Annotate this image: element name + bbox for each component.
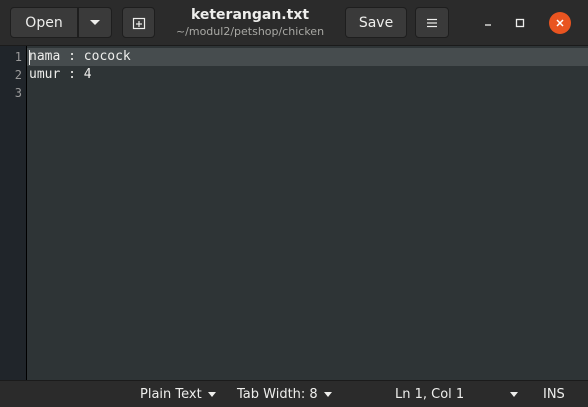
title-block: keterangan.txt ~/modul2/petshop/chicken [160,6,340,39]
minimize-button[interactable] [477,12,499,34]
maximize-button[interactable] [509,12,531,34]
minimize-icon [485,24,491,26]
window-subtitle: ~/modul2/petshop/chicken [175,25,325,38]
save-button-label: Save [358,14,394,31]
maximize-icon [515,18,525,28]
chevron-down-icon [510,392,518,397]
text-editor-area[interactable]: 1 2 3 nama : cocock umur : 4 [0,46,588,380]
tab-width-selector[interactable]: Tab Width: 8 [237,381,332,407]
language-selector[interactable]: Plain Text [140,381,216,407]
line-number: 2 [14,68,22,82]
text-editor-window: Open keterangan.txt ~/modul2/petshop/chi… [0,0,588,407]
text-line[interactable]: umur : 4 [29,66,92,84]
line-number: 1 [14,50,22,64]
line-number-gutter: 1 2 3 [0,46,27,380]
cursor-position[interactable]: Ln 1, Col 1 [395,381,464,407]
line-number: 3 [14,86,22,100]
chevron-down-icon [323,392,332,397]
save-button[interactable]: Save [345,7,407,38]
tab-width-label: Tab Width: 8 [237,387,318,402]
hamburger-menu-icon [427,18,437,27]
cursor-position-menu[interactable] [504,381,518,407]
hamburger-menu-button[interactable] [415,7,449,38]
chevron-down-icon [90,20,100,25]
header-bar: Open keterangan.txt ~/modul2/petshop/chi… [0,0,588,46]
open-button-label: Open [25,14,63,31]
cursor-position-label: Ln 1, Col 1 [395,387,465,402]
language-label: Plain Text [140,387,202,402]
insert-mode-label: INS [543,387,565,402]
chevron-down-icon [207,392,216,397]
text-cursor [29,50,30,65]
close-icon [556,19,564,27]
open-menu-button[interactable] [78,7,112,38]
new-tab-icon [132,17,145,29]
close-button[interactable] [549,12,571,34]
status-bar: Plain Text Tab Width: 8 Ln 1, Col 1 INS [0,380,588,407]
insert-mode-indicator[interactable]: INS [543,381,565,407]
text-line[interactable]: nama : cocock [29,48,131,66]
new-tab-button[interactable] [122,7,155,38]
open-button[interactable]: Open [10,7,78,38]
window-title: keterangan.txt [190,7,310,23]
